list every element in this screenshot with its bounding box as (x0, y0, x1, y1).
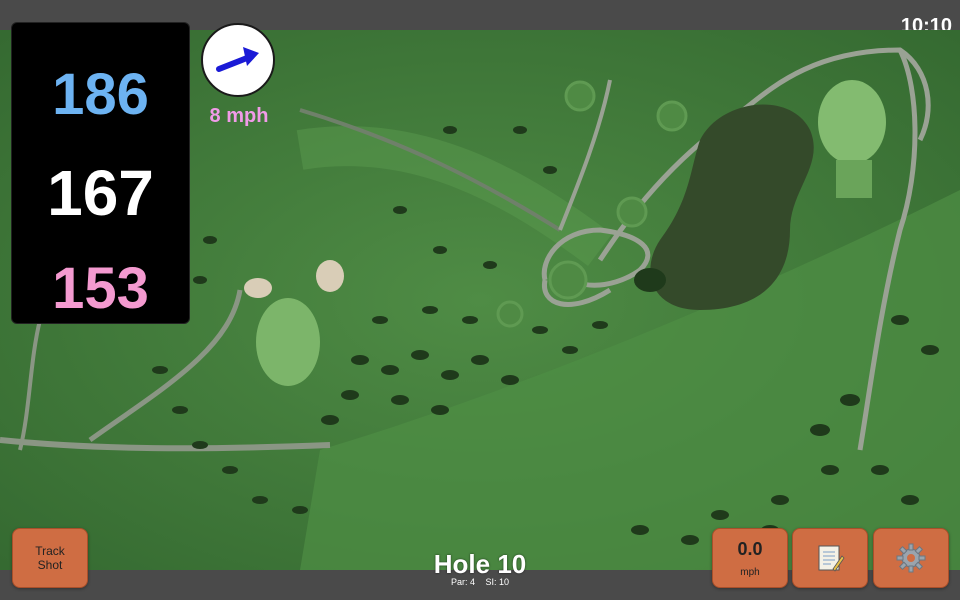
wind-speed: 8 mph (209, 105, 269, 127)
speed-button[interactable]: 0.0 mph (712, 528, 788, 588)
distance-panel: 186 167 153 (11, 22, 190, 324)
hole-par: Par: 4 (450, 577, 475, 587)
hole-si: SI: 10 (485, 577, 510, 587)
hole-info: Par: 4 SI: 10 (400, 577, 560, 587)
speed-value: 0.0 (737, 539, 763, 559)
track-shot-button[interactable]: Track Shot (12, 528, 88, 588)
distance-middle: 167 (47, 157, 154, 229)
settings-button[interactable] (873, 528, 949, 588)
distance-back: 186 (52, 62, 149, 127)
track-shot-label: Track Shot (35, 544, 65, 572)
distance-front: 153 (52, 256, 149, 321)
speed-unit: mph (740, 567, 760, 578)
hole-title: Hole 10 (433, 549, 527, 579)
notes-button[interactable] (792, 528, 868, 588)
wind-dial (201, 23, 275, 97)
gear-icon (896, 543, 926, 573)
wind-arrow-icon (216, 47, 259, 72)
notepad-icon (818, 545, 845, 572)
